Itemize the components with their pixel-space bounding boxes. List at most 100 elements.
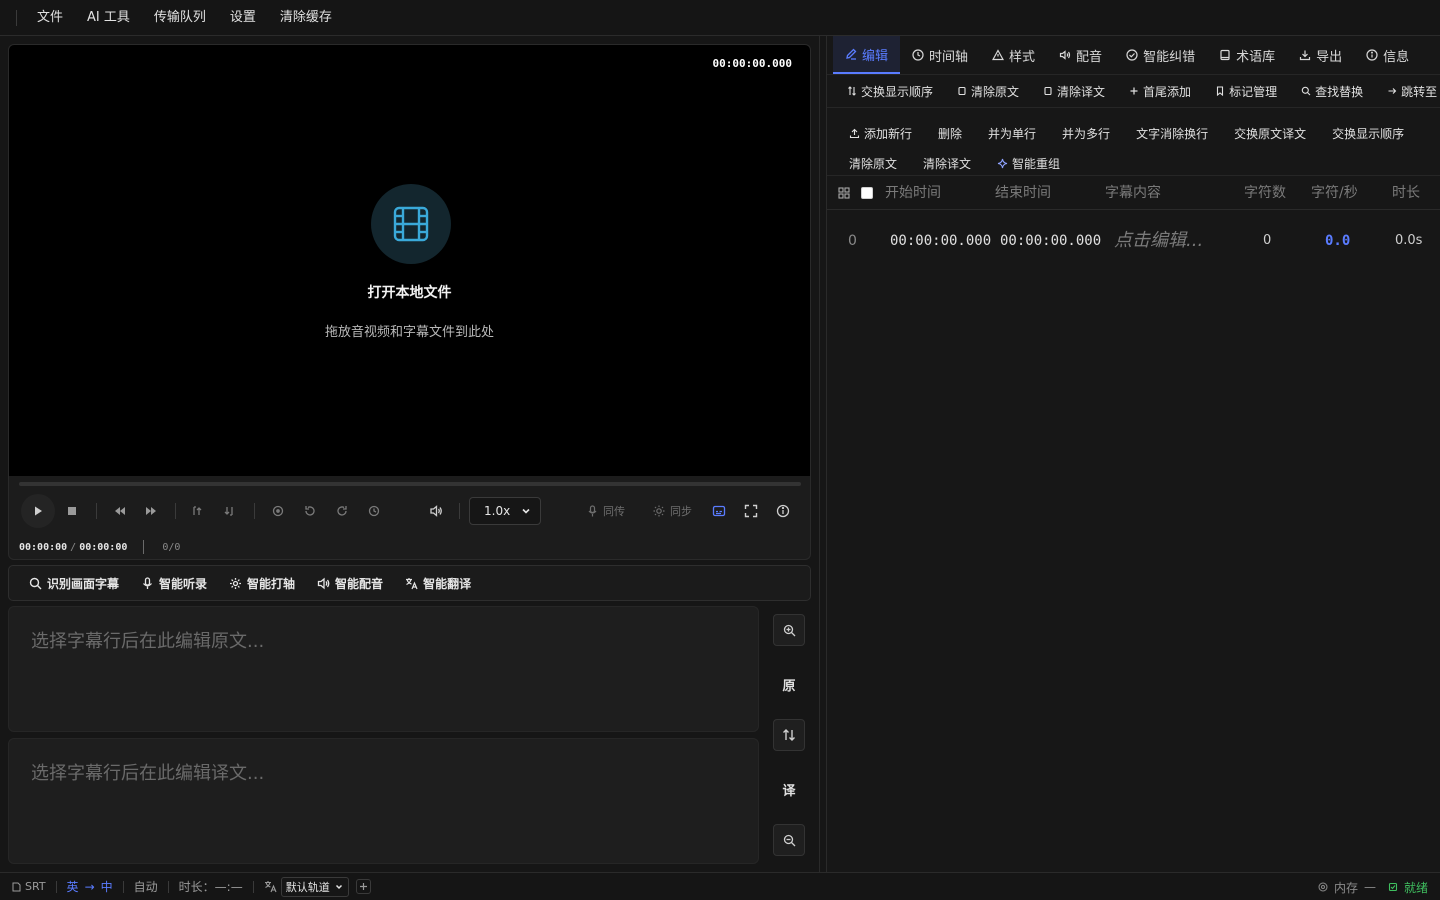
row-start-time[interactable]: 00:00:00.000 (890, 226, 991, 256)
add-track-button[interactable] (355, 879, 371, 894)
playback-speed-select[interactable]: 1.0x (469, 497, 541, 525)
mode-label[interactable]: 自动 (134, 878, 158, 895)
subtitle-toggle-button[interactable] (706, 496, 732, 526)
menu-transfer-queue[interactable]: 传输队列 (142, 0, 218, 36)
tab-style[interactable]: 样式 (980, 36, 1047, 74)
swap-text-button[interactable] (773, 719, 805, 751)
original-text-editor[interactable]: 选择字幕行后在此编辑原文... (8, 606, 759, 732)
open-file-button[interactable] (371, 184, 451, 264)
smart-transcribe-button[interactable]: 智能听录 (133, 575, 215, 592)
smart-timing-button[interactable]: 智能打轴 (221, 575, 303, 592)
simultaneous-interpret-button[interactable]: 同传 (587, 496, 625, 526)
menu-settings[interactable]: 设置 (218, 0, 268, 36)
remove-line-breaks-button[interactable]: 文字消除换行 (1128, 118, 1216, 148)
swap-display-order-button-2[interactable]: 交换显示顺序 (1324, 118, 1412, 148)
open-file-subtitle: 拖放音视频和字幕文件到此处 (324, 325, 494, 340)
forward-5s-button[interactable] (361, 496, 387, 526)
forward-1s-button[interactable] (329, 496, 355, 526)
time-readout: 00:00:00/00:00:00 0/0 (19, 540, 181, 554)
volume-button[interactable] (423, 496, 449, 526)
back-5s-button[interactable] (265, 496, 291, 526)
column-end-time[interactable]: 结束时间 (995, 176, 1051, 210)
zoom-out-button[interactable] (773, 824, 805, 856)
add-new-line-button[interactable]: 添加新行 (841, 118, 920, 148)
column-char-count[interactable]: 字符数 (1244, 176, 1286, 210)
fullscreen-button[interactable] (738, 496, 764, 526)
sync-button[interactable]: 同步 (653, 496, 692, 526)
bookmark-manage-button[interactable]: 标记管理 (1215, 83, 1277, 100)
progress-bar[interactable] (19, 482, 801, 486)
back-1s-button[interactable] (297, 496, 323, 526)
grid-icon[interactable] (838, 187, 850, 199)
info-icon (1366, 49, 1378, 61)
rewind-button[interactable] (107, 496, 133, 526)
row-content[interactable]: 点击编辑... (1114, 226, 1203, 256)
source-language[interactable]: 英 (67, 878, 79, 895)
stop-button[interactable] (59, 496, 85, 526)
set-end-button[interactable] (216, 496, 242, 526)
ai-tools-bar: 识别画面字幕 智能听录 智能打轴 智能配音 智能翻译 (8, 565, 811, 601)
smart-regroup-button[interactable]: 智能重组 (989, 148, 1068, 178)
row-end-time[interactable]: 00:00:00.000 (1000, 226, 1101, 256)
plus-icon (1130, 87, 1138, 95)
table-row[interactable]: 0 00:00:00.000 00:00:00.000 点击编辑... 0 0.… (827, 226, 1440, 256)
menu-ai-tools[interactable]: AI 工具 (75, 0, 142, 36)
zoom-in-button[interactable] (773, 614, 805, 646)
status-separator (167, 880, 169, 893)
clear-translation-button-2[interactable]: 清除译文 (915, 148, 979, 178)
find-replace-button[interactable]: 查找替换 (1301, 83, 1363, 100)
clear-translation-button[interactable]: 清除译文 (1043, 83, 1105, 100)
swap-display-order-button[interactable]: 交换显示顺序 (847, 83, 933, 100)
tab-export[interactable]: 导出 (1287, 36, 1354, 74)
ocr-subtitles-button[interactable]: 识别画面字幕 (21, 575, 127, 592)
track-select[interactable]: 默认轨道 (280, 876, 349, 897)
status-separator (55, 880, 57, 893)
clear-original-button-2[interactable]: 清除原文 (841, 148, 905, 178)
merge-single-line-button[interactable]: 并为单行 (980, 118, 1044, 148)
tab-timeline[interactable]: 时间轴 (900, 36, 980, 74)
upload-icon (849, 128, 860, 138)
status-right: 内存 — 就绪 (1318, 873, 1428, 900)
tab-smart-correction[interactable]: 智能纠错 (1114, 36, 1207, 74)
edit-toolbar-secondary: 添加新行 删除 并为单行 并为多行 文字消除换行 交换原文译文 交换显示顺序 清… (827, 108, 1440, 176)
tab-edit[interactable]: 编辑 (833, 36, 901, 74)
column-start-time[interactable]: 开始时间 (885, 176, 941, 210)
square-icon (1044, 86, 1052, 96)
player-controls: 1.0x 同传 同步 00:00:00/00:00:00 0/0 (8, 476, 811, 560)
fast-forward-button[interactable] (138, 496, 164, 526)
duration-label: 时长： (178, 880, 215, 894)
row-char-count: 0 (1263, 233, 1272, 248)
chevron-down-icon (522, 508, 530, 514)
set-start-button[interactable] (184, 496, 210, 526)
smart-timing-label: 智能打轴 (247, 576, 296, 591)
tab-info[interactable]: 信息 (1354, 36, 1421, 74)
smart-dubbing-button[interactable]: 智能配音 (309, 575, 391, 592)
smart-translate-button[interactable]: 智能翻译 (397, 575, 479, 592)
goto-button[interactable]: 跳转至 (1387, 83, 1437, 100)
status-bar: SRT 英 → 中 自动 时长： —:— 默认轨道 内存 — 就绪 (0, 872, 1440, 900)
swap-original-translation-button[interactable]: 交换原文译文 (1226, 118, 1314, 148)
menu-file[interactable]: 文件 (25, 0, 75, 36)
separator (96, 503, 97, 519)
smart-translate-label: 智能翻译 (423, 576, 472, 591)
info-button[interactable] (770, 496, 796, 526)
column-content[interactable]: 字幕内容 (1105, 176, 1161, 210)
select-all-checkbox[interactable] (861, 187, 873, 199)
play-button[interactable] (21, 494, 55, 528)
translation-text-editor[interactable]: 选择字幕行后在此编辑译文... (8, 738, 759, 864)
row-chars-per-second: 0.0 (1325, 233, 1351, 249)
add-prefix-suffix-button[interactable]: 首尾添加 (1129, 83, 1191, 100)
delete-button[interactable]: 删除 (930, 118, 970, 148)
tab-dubbing[interactable]: 配音 (1047, 36, 1114, 74)
menu-clear-cache[interactable]: 清除缓存 (268, 0, 344, 36)
target-language[interactable]: 中 (101, 878, 113, 895)
merge-multi-line-button[interactable]: 并为多行 (1054, 118, 1118, 148)
status-separator (252, 880, 254, 893)
current-time: 00:00:00 (19, 542, 68, 553)
tab-glossary[interactable]: 术语库 (1207, 36, 1287, 74)
clear-original-button[interactable]: 清除原文 (957, 83, 1019, 100)
panel-divider[interactable] (819, 36, 820, 872)
column-duration[interactable]: 时长 (1392, 176, 1420, 210)
video-drop-zone[interactable]: 00:00:00.000 打开本地文件 拖放音视频和字幕文件到此处 (8, 44, 811, 476)
column-chars-per-second[interactable]: 字符/秒 (1311, 176, 1358, 210)
